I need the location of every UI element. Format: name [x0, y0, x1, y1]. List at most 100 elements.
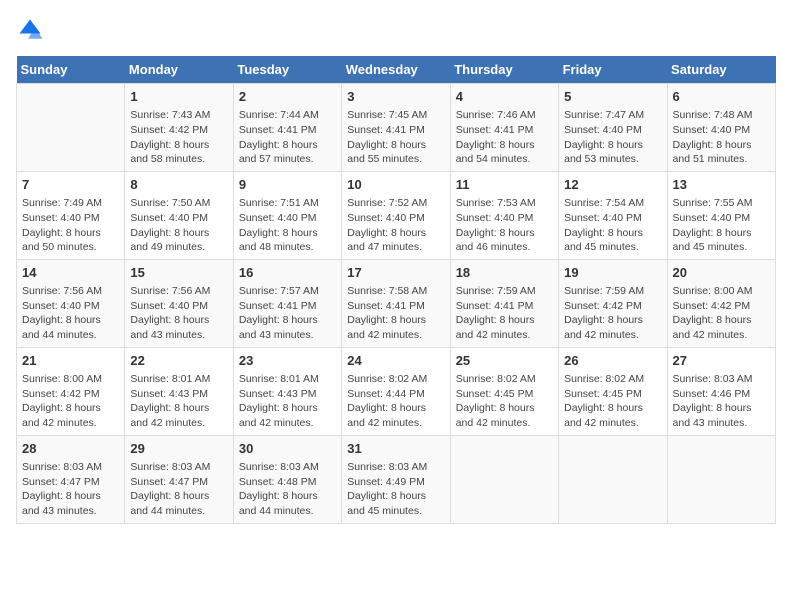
day-number: 27: [673, 352, 770, 370]
calendar-week-2: 7 Sunrise: 7:49 AM Sunset: 4:40 PM Daylig…: [17, 171, 776, 259]
cell-content: Sunrise: 7:51 AM Sunset: 4:40 PM Dayligh…: [239, 196, 336, 255]
calendar-table: SundayMondayTuesdayWednesdayThursdayFrid…: [16, 56, 776, 524]
calendar-cell: 27 Sunrise: 8:03 AM Sunset: 4:46 PM Dayli…: [667, 347, 775, 435]
calendar-cell: [559, 435, 667, 523]
calendar-cell: 5 Sunrise: 7:47 AM Sunset: 4:40 PM Daylig…: [559, 84, 667, 172]
calendar-cell: 16 Sunrise: 7:57 AM Sunset: 4:41 PM Dayli…: [233, 259, 341, 347]
cell-content: Sunrise: 8:01 AM Sunset: 4:43 PM Dayligh…: [130, 372, 227, 431]
day-number: 8: [130, 176, 227, 194]
calendar-cell: 28 Sunrise: 8:03 AM Sunset: 4:47 PM Dayli…: [17, 435, 125, 523]
calendar-cell: 30 Sunrise: 8:03 AM Sunset: 4:48 PM Dayli…: [233, 435, 341, 523]
calendar-cell: 26 Sunrise: 8:02 AM Sunset: 4:45 PM Dayli…: [559, 347, 667, 435]
header-saturday: Saturday: [667, 56, 775, 84]
calendar-cell: 15 Sunrise: 7:56 AM Sunset: 4:40 PM Dayli…: [125, 259, 233, 347]
calendar-cell: 12 Sunrise: 7:54 AM Sunset: 4:40 PM Dayli…: [559, 171, 667, 259]
cell-content: Sunrise: 8:03 AM Sunset: 4:48 PM Dayligh…: [239, 460, 336, 519]
day-number: 24: [347, 352, 444, 370]
calendar-cell: [450, 435, 558, 523]
day-number: 19: [564, 264, 661, 282]
calendar-cell: 18 Sunrise: 7:59 AM Sunset: 4:41 PM Dayli…: [450, 259, 558, 347]
header-wednesday: Wednesday: [342, 56, 450, 84]
logo-icon: [16, 16, 44, 44]
calendar-cell: [667, 435, 775, 523]
page-header: [16, 16, 776, 44]
cell-content: Sunrise: 7:45 AM Sunset: 4:41 PM Dayligh…: [347, 108, 444, 167]
day-number: 5: [564, 88, 661, 106]
day-number: 2: [239, 88, 336, 106]
cell-content: Sunrise: 7:50 AM Sunset: 4:40 PM Dayligh…: [130, 196, 227, 255]
day-number: 25: [456, 352, 553, 370]
day-number: 22: [130, 352, 227, 370]
cell-content: Sunrise: 7:58 AM Sunset: 4:41 PM Dayligh…: [347, 284, 444, 343]
calendar-header-row: SundayMondayTuesdayWednesdayThursdayFrid…: [17, 56, 776, 84]
cell-content: Sunrise: 7:56 AM Sunset: 4:40 PM Dayligh…: [22, 284, 119, 343]
calendar-cell: 24 Sunrise: 8:02 AM Sunset: 4:44 PM Dayli…: [342, 347, 450, 435]
cell-content: Sunrise: 7:54 AM Sunset: 4:40 PM Dayligh…: [564, 196, 661, 255]
cell-content: Sunrise: 8:01 AM Sunset: 4:43 PM Dayligh…: [239, 372, 336, 431]
calendar-week-5: 28 Sunrise: 8:03 AM Sunset: 4:47 PM Dayli…: [17, 435, 776, 523]
cell-content: Sunrise: 7:53 AM Sunset: 4:40 PM Dayligh…: [456, 196, 553, 255]
calendar-cell: 23 Sunrise: 8:01 AM Sunset: 4:43 PM Dayli…: [233, 347, 341, 435]
cell-content: Sunrise: 7:52 AM Sunset: 4:40 PM Dayligh…: [347, 196, 444, 255]
calendar-cell: 8 Sunrise: 7:50 AM Sunset: 4:40 PM Daylig…: [125, 171, 233, 259]
day-number: 30: [239, 440, 336, 458]
cell-content: Sunrise: 7:49 AM Sunset: 4:40 PM Dayligh…: [22, 196, 119, 255]
cell-content: Sunrise: 8:03 AM Sunset: 4:47 PM Dayligh…: [22, 460, 119, 519]
day-number: 17: [347, 264, 444, 282]
day-number: 13: [673, 176, 770, 194]
calendar-cell: 4Sunrise: 7:46 AM Sunset: 4:41 PM Daylig…: [450, 84, 558, 172]
logo: [16, 16, 48, 44]
cell-content: Sunrise: 7:59 AM Sunset: 4:41 PM Dayligh…: [456, 284, 553, 343]
cell-content: Sunrise: 8:00 AM Sunset: 4:42 PM Dayligh…: [22, 372, 119, 431]
cell-content: Sunrise: 7:56 AM Sunset: 4:40 PM Dayligh…: [130, 284, 227, 343]
cell-content: Sunrise: 8:03 AM Sunset: 4:46 PM Dayligh…: [673, 372, 770, 431]
calendar-cell: 29 Sunrise: 8:03 AM Sunset: 4:47 PM Dayli…: [125, 435, 233, 523]
calendar-cell: [17, 84, 125, 172]
day-number: 26: [564, 352, 661, 370]
calendar-cell: 11 Sunrise: 7:53 AM Sunset: 4:40 PM Dayli…: [450, 171, 558, 259]
calendar-cell: 20Sunrise: 8:00 AM Sunset: 4:42 PM Dayli…: [667, 259, 775, 347]
day-number: 28: [22, 440, 119, 458]
calendar-cell: 3 Sunrise: 7:45 AM Sunset: 4:41 PM Daylig…: [342, 84, 450, 172]
day-number: 6: [673, 88, 770, 106]
day-number: 31: [347, 440, 444, 458]
day-number: 18: [456, 264, 553, 282]
header-monday: Monday: [125, 56, 233, 84]
cell-content: Sunrise: 7:44 AM Sunset: 4:41 PM Dayligh…: [239, 108, 336, 167]
day-number: 21: [22, 352, 119, 370]
day-number: 10: [347, 176, 444, 194]
calendar-cell: 31Sunrise: 8:03 AM Sunset: 4:49 PM Dayli…: [342, 435, 450, 523]
calendar-cell: 6 Sunrise: 7:48 AM Sunset: 4:40 PM Daylig…: [667, 84, 775, 172]
day-number: 23: [239, 352, 336, 370]
day-number: 11: [456, 176, 553, 194]
day-number: 9: [239, 176, 336, 194]
day-number: 16: [239, 264, 336, 282]
cell-content: Sunrise: 7:43 AM Sunset: 4:42 PM Dayligh…: [130, 108, 227, 167]
calendar-cell: 19Sunrise: 7:59 AM Sunset: 4:42 PM Dayli…: [559, 259, 667, 347]
day-number: 29: [130, 440, 227, 458]
cell-content: Sunrise: 8:03 AM Sunset: 4:47 PM Dayligh…: [130, 460, 227, 519]
calendar-cell: 1 Sunrise: 7:43 AM Sunset: 4:42 PM Daylig…: [125, 84, 233, 172]
cell-content: Sunrise: 8:02 AM Sunset: 4:44 PM Dayligh…: [347, 372, 444, 431]
header-tuesday: Tuesday: [233, 56, 341, 84]
cell-content: Sunrise: 7:46 AM Sunset: 4:41 PM Dayligh…: [456, 108, 553, 167]
calendar-cell: 2 Sunrise: 7:44 AM Sunset: 4:41 PM Daylig…: [233, 84, 341, 172]
calendar-cell: 22 Sunrise: 8:01 AM Sunset: 4:43 PM Dayli…: [125, 347, 233, 435]
calendar-cell: 21 Sunrise: 8:00 AM Sunset: 4:42 PM Dayli…: [17, 347, 125, 435]
calendar-cell: 9 Sunrise: 7:51 AM Sunset: 4:40 PM Daylig…: [233, 171, 341, 259]
calendar-week-3: 14Sunrise: 7:56 AM Sunset: 4:40 PM Dayli…: [17, 259, 776, 347]
day-number: 20: [673, 264, 770, 282]
day-number: 3: [347, 88, 444, 106]
cell-content: Sunrise: 8:02 AM Sunset: 4:45 PM Dayligh…: [564, 372, 661, 431]
calendar-week-4: 21 Sunrise: 8:00 AM Sunset: 4:42 PM Dayli…: [17, 347, 776, 435]
cell-content: Sunrise: 7:57 AM Sunset: 4:41 PM Dayligh…: [239, 284, 336, 343]
cell-content: Sunrise: 7:47 AM Sunset: 4:40 PM Dayligh…: [564, 108, 661, 167]
cell-content: Sunrise: 7:48 AM Sunset: 4:40 PM Dayligh…: [673, 108, 770, 167]
day-number: 1: [130, 88, 227, 106]
day-number: 12: [564, 176, 661, 194]
day-number: 15: [130, 264, 227, 282]
calendar-cell: 14Sunrise: 7:56 AM Sunset: 4:40 PM Dayli…: [17, 259, 125, 347]
day-number: 7: [22, 176, 119, 194]
calendar-cell: 25Sunrise: 8:02 AM Sunset: 4:45 PM Dayli…: [450, 347, 558, 435]
calendar-cell: 13Sunrise: 7:55 AM Sunset: 4:40 PM Dayli…: [667, 171, 775, 259]
